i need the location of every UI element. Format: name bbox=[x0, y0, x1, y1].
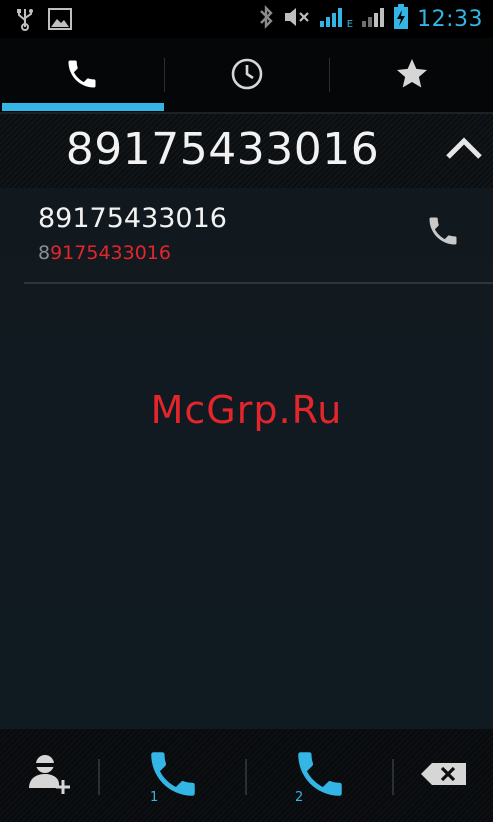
phone-icon bbox=[64, 56, 100, 96]
add-contact-button[interactable] bbox=[0, 729, 98, 822]
image-icon bbox=[48, 8, 72, 34]
chevron-up-icon bbox=[444, 135, 484, 165]
list-divider bbox=[24, 282, 493, 284]
dialer-action-bar: 1 2 bbox=[0, 729, 493, 822]
call-sim2-button[interactable]: 2 bbox=[247, 729, 392, 822]
dialed-number[interactable]: 89175433016 bbox=[0, 124, 445, 175]
tab-dialer[interactable] bbox=[0, 38, 164, 113]
status-bar: E 12:33 bbox=[0, 0, 493, 38]
number-match-highlight: 9175433016 bbox=[50, 242, 171, 264]
star-icon bbox=[393, 56, 431, 96]
add-contact-icon bbox=[25, 752, 73, 800]
list-item[interactable]: 89175433016 89175433016 bbox=[0, 188, 493, 284]
contact-name: 89175433016 bbox=[38, 203, 227, 234]
tab-selection-indicator bbox=[2, 103, 164, 111]
usb-icon bbox=[16, 7, 34, 35]
network-type-label: E bbox=[346, 19, 354, 30]
collapse-dialpad-button[interactable] bbox=[443, 132, 485, 168]
sim2-label: 2 bbox=[295, 790, 304, 805]
status-clock: 12:33 bbox=[417, 6, 483, 32]
call-sim1-button[interactable]: 1 bbox=[100, 729, 245, 822]
phone-icon bbox=[425, 213, 461, 253]
battery-charging-icon bbox=[393, 4, 409, 34]
tab-call-log[interactable] bbox=[165, 38, 329, 113]
dial-number-area: 89175433016 bbox=[0, 114, 493, 188]
signal-icon bbox=[319, 6, 343, 32]
call-contact-button[interactable] bbox=[420, 210, 466, 256]
signal-icon bbox=[361, 6, 385, 32]
clock-icon bbox=[230, 57, 264, 95]
tab-bar bbox=[0, 38, 493, 113]
search-results-list: 89175433016 89175433016 McGrp.Ru bbox=[0, 188, 493, 729]
delete-digit-button[interactable] bbox=[394, 729, 493, 822]
number-prefix: 8 bbox=[38, 242, 51, 264]
backspace-icon bbox=[420, 761, 468, 791]
bluetooth-icon bbox=[257, 4, 275, 34]
watermark: McGrp.Ru bbox=[150, 388, 343, 432]
sim1-label: 1 bbox=[150, 790, 159, 805]
tab-favorites[interactable] bbox=[330, 38, 493, 113]
mute-icon bbox=[283, 5, 311, 33]
contact-number: 89175433016 bbox=[38, 242, 171, 264]
